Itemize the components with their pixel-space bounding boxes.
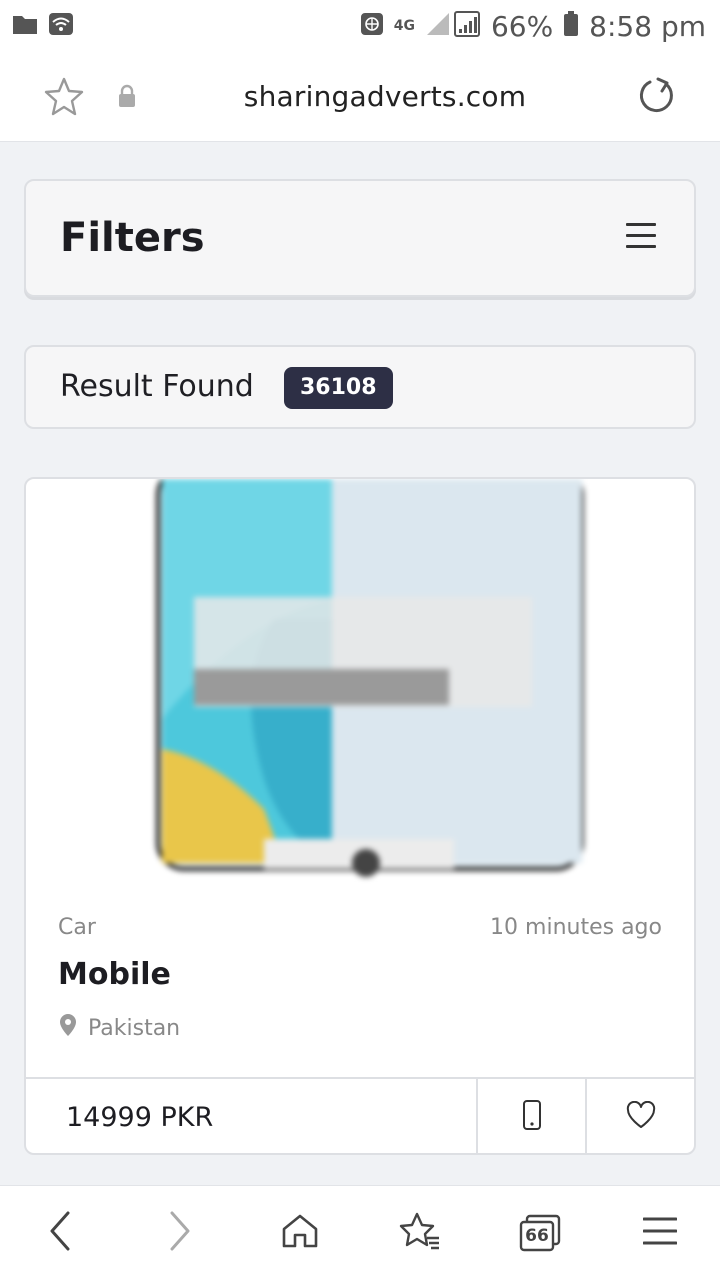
vpn-globe-icon bbox=[360, 12, 384, 41]
browser-bottom-nav: 66 bbox=[0, 1185, 720, 1280]
heart-icon bbox=[626, 1100, 656, 1134]
tabs-button[interactable]: 66 bbox=[500, 1193, 580, 1273]
ad-meta: Car 10 minutes ago bbox=[58, 915, 662, 940]
filters-title: Filters bbox=[60, 215, 205, 261]
signal-icon bbox=[425, 10, 481, 42]
ad-footer: 14999 PKR bbox=[26, 1077, 694, 1153]
status-bar: 4G 66% 8:58 pm bbox=[0, 0, 720, 52]
filters-menu-icon[interactable] bbox=[626, 223, 656, 249]
url-text[interactable]: sharingadverts.com bbox=[0, 80, 720, 113]
bookmarks-star-list-icon bbox=[399, 1212, 441, 1255]
favorite-button[interactable] bbox=[585, 1079, 694, 1153]
home-icon bbox=[281, 1213, 319, 1254]
ad-image[interactable] bbox=[154, 479, 586, 881]
browser-address-bar: sharingadverts.com bbox=[0, 52, 720, 142]
page-content: Filters Result Found 36108 Car 10 minute… bbox=[0, 143, 720, 1185]
tabs-count: 66 bbox=[525, 1226, 549, 1246]
ad-location: Pakistan bbox=[58, 1013, 180, 1043]
tabs-icon: 66 bbox=[519, 1214, 561, 1252]
ad-category: Car bbox=[58, 915, 96, 940]
result-count-panel: Result Found 36108 bbox=[24, 345, 696, 429]
wifi-icon bbox=[48, 12, 74, 41]
battery-percent: 66% bbox=[490, 9, 554, 43]
map-pin-icon bbox=[58, 1013, 78, 1043]
ad-posted-time: 10 minutes ago bbox=[490, 915, 662, 940]
call-button[interactable] bbox=[476, 1079, 585, 1153]
ad-card[interactable]: Car 10 minutes ago Mobile Pakistan 14999… bbox=[24, 477, 696, 1155]
ad-price: 14999 PKR bbox=[66, 1101, 214, 1133]
ad-title[interactable]: Mobile bbox=[58, 957, 171, 992]
network-type: 4G bbox=[393, 17, 415, 34]
folder-icon bbox=[12, 13, 38, 40]
clock: 8:58 pm bbox=[589, 9, 706, 43]
result-count-badge: 36108 bbox=[284, 367, 393, 409]
forward-arrow-icon bbox=[168, 1211, 192, 1256]
forward-button[interactable] bbox=[140, 1193, 220, 1273]
filters-panel[interactable]: Filters bbox=[24, 179, 696, 297]
result-label: Result Found bbox=[60, 369, 254, 404]
back-arrow-icon bbox=[48, 1211, 72, 1256]
battery-icon bbox=[563, 10, 579, 42]
phone-icon bbox=[522, 1099, 542, 1135]
back-button[interactable] bbox=[20, 1193, 100, 1273]
ad-location-text: Pakistan bbox=[88, 1015, 181, 1041]
reload-icon[interactable] bbox=[636, 76, 676, 121]
bookmarks-button[interactable] bbox=[380, 1193, 460, 1273]
menu-icon bbox=[642, 1216, 678, 1251]
menu-button[interactable] bbox=[620, 1193, 700, 1273]
home-button[interactable] bbox=[260, 1193, 340, 1273]
